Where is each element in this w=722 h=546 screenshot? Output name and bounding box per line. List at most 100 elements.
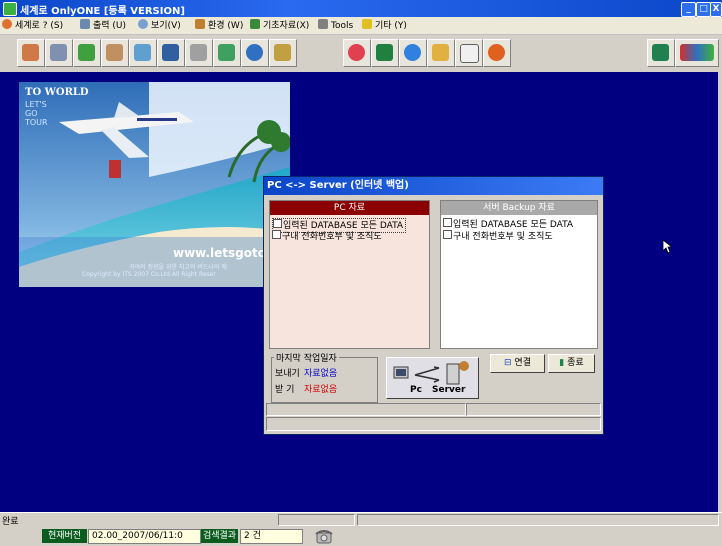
menu-label: 기타 (Y) [375, 21, 407, 31]
banner-caption: 귀여의 정광을 위한 허고의 버드나의 애 [129, 264, 227, 271]
help-button[interactable] [343, 39, 371, 67]
option-label: 입력된 DATABASE 모든 DATA [453, 220, 574, 230]
excel-button[interactable] [371, 39, 399, 67]
user-button[interactable] [17, 39, 45, 67]
connect-button[interactable]: ⊟ 연결 [490, 354, 545, 373]
last-work-label: 마지막 작업일자 [274, 351, 339, 364]
menu-label: 세계로 ? (S) [15, 21, 64, 31]
server-data-panel: 서버 Backup 자료 입력된 DATABASE 모든 DATA 구내 전화번… [440, 200, 598, 349]
pyramid-button[interactable] [269, 39, 297, 67]
pc-option-phonebook[interactable]: 구내 전화번호부 및 조직도 [272, 230, 382, 243]
menu-etc[interactable]: 기타 (Y) [362, 19, 407, 32]
transfer-pc-label: Pc [410, 385, 422, 395]
exit-door-icon [652, 44, 669, 61]
progress-pane-1 [266, 403, 466, 416]
dialog-status-pane [266, 417, 601, 431]
menu-basic-data[interactable]: 기초자료(X) [250, 19, 309, 32]
tools-icon [318, 19, 328, 29]
pc-server-transfer-button[interactable]: Pc Server [386, 357, 479, 399]
exit-icon: ▮ [559, 358, 565, 368]
info-bar: 현재버전 02.00_2007/06/11:0 검색결과 2 건 [0, 526, 722, 546]
internet-button[interactable] [399, 39, 427, 67]
connect-label: 연결 [514, 358, 531, 368]
version-label: 현재버전 [42, 529, 87, 543]
its-logo-icon [680, 44, 714, 61]
close-label: 종료 [567, 358, 584, 368]
status-bar: 완료 [0, 512, 722, 527]
magnifier-icon [432, 44, 449, 61]
menu-environment[interactable]: 환경 (W) [195, 19, 243, 32]
checkbox[interactable] [272, 230, 281, 239]
banner-copyright: Copyright by ITS 2007 Co.Ltd All Right R… [82, 271, 216, 278]
minimize-button[interactable]: _ [681, 2, 696, 17]
settings-icon [195, 19, 205, 29]
notebook-icon [78, 44, 95, 61]
data-icon [250, 19, 260, 29]
telephone-icon[interactable] [315, 528, 333, 544]
globe-button[interactable] [241, 39, 269, 67]
pc-data-header: PC 자료 [270, 201, 429, 215]
exit-button[interactable] [647, 39, 675, 67]
window-icon [162, 44, 179, 61]
search-result-label: 검색결과 [201, 529, 238, 543]
checklist-button[interactable] [129, 39, 157, 67]
pc-data-panel: PC 자료 입력된 DATABASE 모든 DATA 구내 전화번호부 및 조직… [269, 200, 430, 349]
plug-icon: ⊟ [504, 358, 512, 368]
its-logo-button[interactable] [675, 39, 719, 67]
app-icon [3, 2, 17, 16]
menu-bar: 세계로 ? (S) 출력 (U) 보기(V) 환경 (W) 기초자료(X) To… [0, 17, 722, 35]
email-button[interactable] [483, 39, 511, 67]
menu-label: 출력 (U) [93, 21, 127, 31]
notebook-button[interactable] [73, 39, 101, 67]
star-icon [362, 19, 372, 29]
checkbox[interactable] [443, 230, 452, 239]
email-icon [488, 44, 505, 61]
menu-label: 기초자료(X) [263, 21, 310, 31]
banner-tagline-2: GO [25, 109, 38, 118]
search-icon [138, 19, 148, 29]
dialog-title-bar[interactable]: PC <-> Server (인터넷 백업) [264, 177, 603, 195]
mouse-cursor-icon [663, 240, 673, 254]
status-pane [357, 514, 719, 526]
menu-label: Tools [331, 21, 354, 31]
send-label: 보내기 [275, 369, 300, 379]
globe-icon [246, 44, 263, 61]
search-button[interactable] [427, 39, 455, 67]
vertical-scrollbar[interactable] [718, 72, 722, 512]
server-option-phonebook[interactable]: 구내 전화번호부 및 조직도 [443, 230, 553, 243]
server-data-header: 서버 Backup 자료 [441, 201, 597, 215]
checkbox[interactable] [443, 218, 452, 227]
menu-label: 보기(V) [151, 21, 181, 31]
close-button[interactable]: X [710, 2, 722, 17]
excel-icon [376, 44, 393, 61]
checkbox[interactable] [273, 219, 282, 228]
menu-view[interactable]: 보기(V) [138, 19, 181, 32]
option-label: 구내 전화번호부 및 조직도 [282, 232, 382, 242]
receive-label: 받 기 [275, 385, 295, 395]
checklist-icon [134, 44, 151, 61]
pyramid-icon [274, 44, 291, 61]
camera-button[interactable] [213, 39, 241, 67]
window-title: 세계로 OnlyONE [등록 VERSION] [20, 6, 185, 17]
calculator-button[interactable] [185, 39, 213, 67]
close-dialog-button[interactable]: ▮ 종료 [548, 354, 595, 373]
menu-print[interactable]: 출력 (U) [80, 19, 126, 32]
dialog-title: PC <-> Server (인터넷 백업) [267, 180, 409, 191]
banner-tagline-3: TOUR [25, 118, 48, 127]
maximize-button[interactable]: □ [696, 2, 711, 17]
menu-tools[interactable]: Tools [318, 19, 353, 32]
menu-segyero[interactable]: 세계로 ? (S) [2, 19, 63, 32]
calculator-icon [190, 44, 207, 61]
window-button[interactable] [157, 39, 185, 67]
pen-button[interactable] [45, 39, 73, 67]
internet-explorer-icon [404, 44, 421, 61]
progress-pane-2 [466, 403, 601, 416]
option-label: 구내 전화번호부 및 조직도 [453, 232, 553, 242]
notepad-button[interactable] [455, 39, 483, 67]
menu-label: 환경 (W) [208, 21, 244, 31]
camera-icon [218, 44, 235, 61]
lifebuoy-icon [348, 44, 365, 61]
title-bar[interactable]: 세계로 OnlyONE [등록 VERSION] _ □ X [0, 0, 722, 17]
transfer-server-label: Server [432, 385, 466, 395]
person-card-button[interactable] [101, 39, 129, 67]
